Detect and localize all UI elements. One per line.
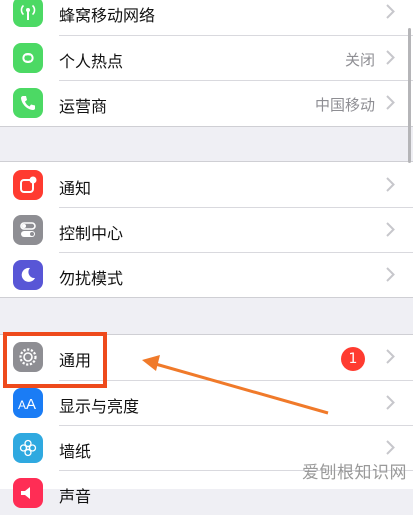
annotation-arrow <box>142 355 329 415</box>
watermark: 爱刨根知识网 <box>302 463 407 483</box>
